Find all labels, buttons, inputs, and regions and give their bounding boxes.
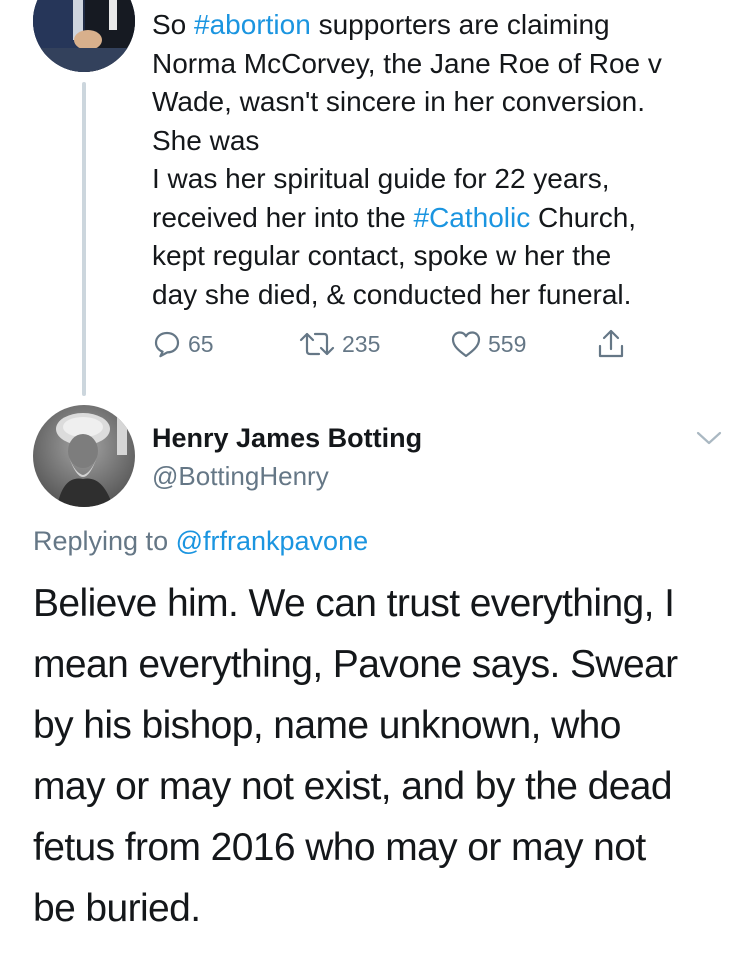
parent-tweet-text: So #abortion supporters are claiming Nor… [152,6,727,314]
tweet-menu-button[interactable] [694,428,724,448]
reply-icon [154,331,180,358]
retweet-count: 235 [342,330,381,357]
retweet-button[interactable]: 235 [298,326,380,362]
avatar-photo [33,0,135,72]
reply-count: 65 [188,330,214,357]
reply-button[interactable]: 65 [152,326,214,362]
tweet-line: kept regular contact, spoke w her the [152,240,612,271]
tweet-line: received her into the #Catholic Church, [152,201,637,233]
reply-author-avatar[interactable] [33,405,135,507]
tweet-line: Believe him. We can trust everything, I [33,582,675,625]
heart-icon [451,331,481,358]
like-button[interactable]: 559 [450,326,526,362]
parent-author-avatar[interactable] [33,0,135,72]
author-display-name[interactable]: Henry James Botting [152,423,422,454]
avatar-photo [33,405,135,507]
chevron-down-icon [696,431,722,445]
tweet-line: fetus from 2016 who may or may not [33,826,646,869]
tweet-line: Norma McCorvey, the Jane Roe of Roe v [152,47,662,79]
share-button[interactable] [596,326,626,362]
retweet-icon [299,332,335,356]
like-count: 559 [488,330,527,357]
reply-tweet-text: Believe him. We can trust everything, I … [33,573,733,939]
thread-connector-line [82,82,86,396]
tweet-line: day she died, & conducted her funeral. [152,278,632,310]
tweet-line: be buried. [33,887,201,930]
tweet-line: by his bishop, name unknown, who [33,704,621,747]
author-handle[interactable]: @BottingHenry [152,461,329,492]
tweet-line: mean everything, Pavone says. Swear [33,643,678,686]
share-icon [598,329,624,358]
tweet-line: So #abortion supporters are claiming [152,9,610,40]
replying-to: Replying to @frfrankpavone [33,526,368,557]
tweet-line: Wade, wasn't sincere in her conversion. [152,86,645,117]
hashtag-link[interactable]: #abortion [194,9,311,40]
tweet-line: I was her spiritual guide for 22 years, [152,163,610,194]
tweet-line: may or may not exist, and by the dead [33,765,673,808]
replying-to-handle-link[interactable]: @frfrankpavone [176,526,369,556]
replying-to-label: Replying to [33,526,176,556]
hashtag-link[interactable]: #Catholic [414,202,531,233]
tweet-line: She was [152,124,260,156]
tweet-action-bar: 65 235 559 [152,326,652,362]
